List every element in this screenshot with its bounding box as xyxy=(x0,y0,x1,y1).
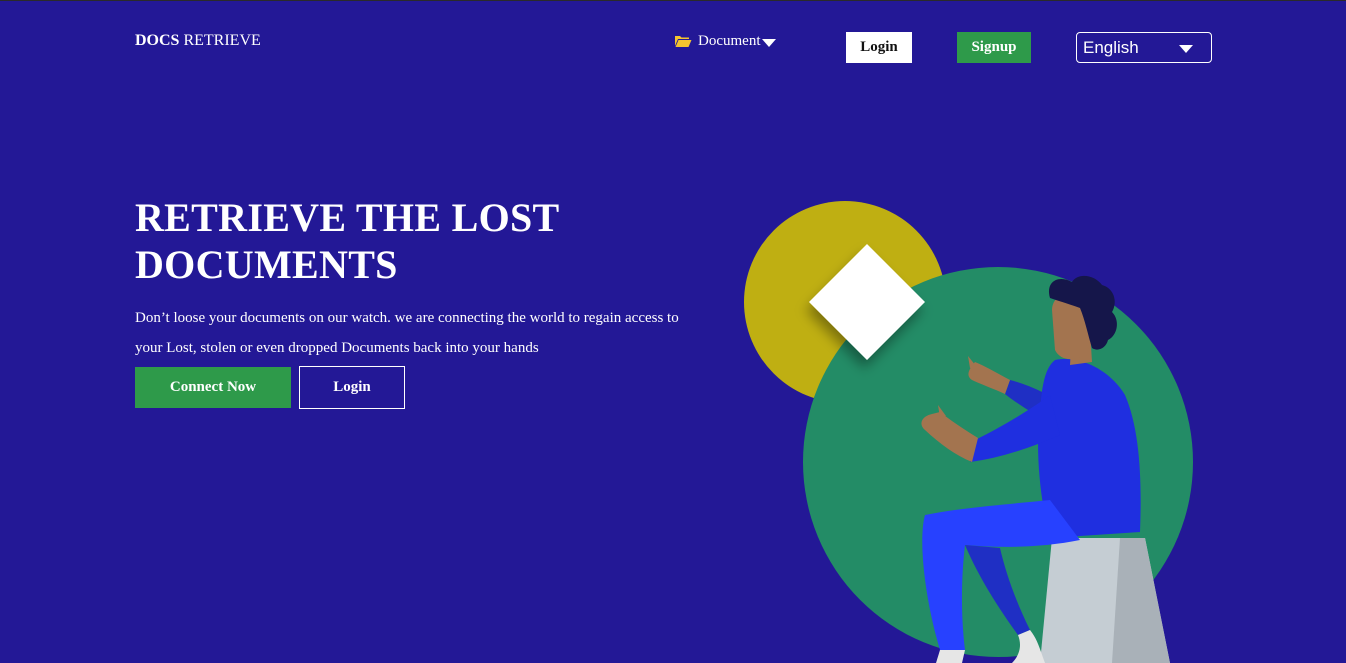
brand-rest: RETRIEVE xyxy=(179,32,261,49)
login-button[interactable]: Login xyxy=(846,32,912,63)
hero-illustration xyxy=(744,201,1193,663)
caret-down-icon xyxy=(1179,45,1193,53)
top-border xyxy=(0,0,1346,1)
language-selected-value: English xyxy=(1083,37,1139,57)
hero-title: RETRIEVE THE LOST DOCUMENTS xyxy=(135,195,559,287)
connect-now-button[interactable]: Connect Now xyxy=(135,367,291,408)
document-dropdown[interactable]: Document xyxy=(674,32,777,50)
hero-description: Don’t loose your documents on our watch.… xyxy=(135,310,679,356)
folder-open-icon xyxy=(675,36,692,47)
language-select[interactable]: English xyxy=(1076,32,1212,63)
brand-bold: DOCS xyxy=(135,32,180,49)
document-menu-label: Document xyxy=(698,33,761,49)
brand-logo[interactable]: DOCS RETRIEVE xyxy=(135,32,261,50)
signup-button[interactable]: Signup xyxy=(957,32,1031,63)
caret-down-icon xyxy=(762,39,777,47)
hero-login-button[interactable]: Login xyxy=(299,366,405,409)
